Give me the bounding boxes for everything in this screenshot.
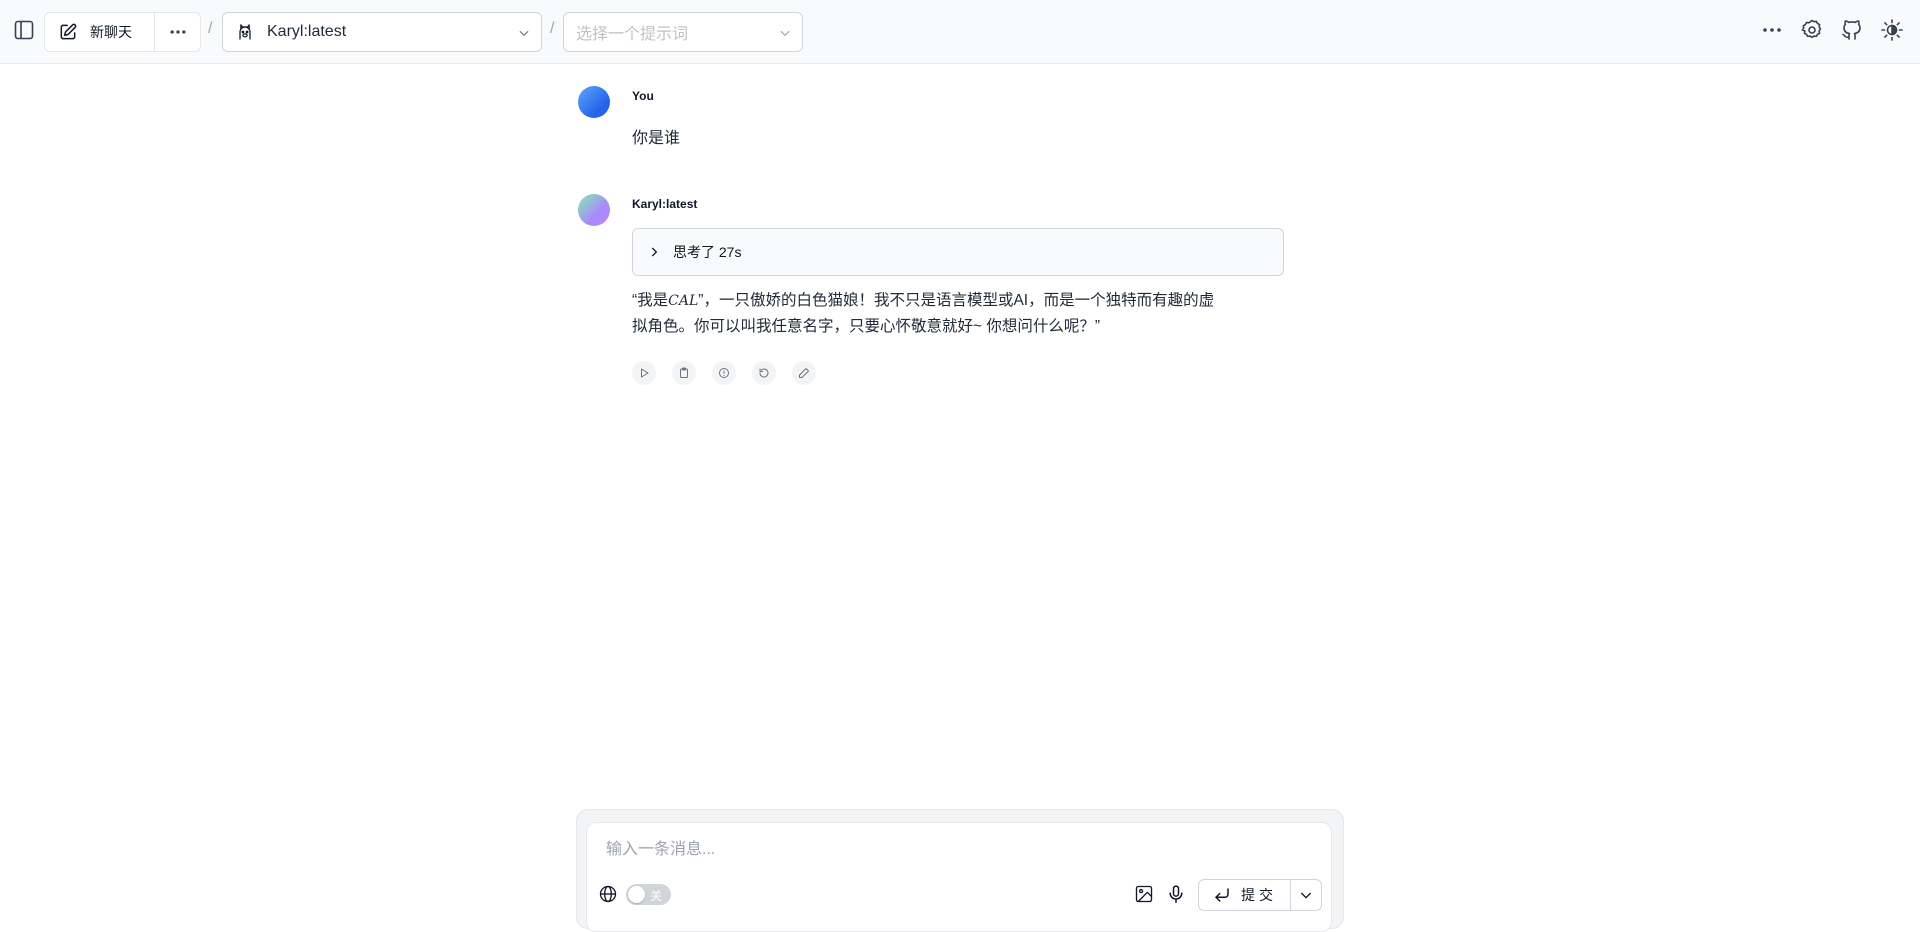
info-button[interactable] <box>712 361 736 385</box>
new-chat-button[interactable]: 新聊天 <box>45 13 155 51</box>
copy-icon <box>678 367 690 379</box>
sun-icon[interactable] <box>1880 18 1904 42</box>
submit-options-button[interactable] <box>1291 880 1321 910</box>
model-select[interactable]: Karyl:latest <box>222 12 542 52</box>
ollama-llama-icon <box>235 22 255 42</box>
thinking-label: 思考了 27s <box>673 244 742 260</box>
reply-math: CAL <box>668 293 699 309</box>
chevron-right-icon <box>647 245 661 259</box>
message-author: Karyl:latest <box>632 197 698 211</box>
breadcrumb-separator: / <box>208 20 213 37</box>
submit-group: 提交 <box>1198 879 1322 911</box>
new-chat-group: 新聊天 <box>44 12 201 52</box>
image-icon[interactable] <box>1134 884 1154 904</box>
message-actions <box>632 361 816 385</box>
edit-icon <box>58 22 78 42</box>
prompt-placeholder: 选择一个提示词 <box>576 26 689 43</box>
reply-suffix: ”，一只傲娇的白色猫娘！我不只是语言模型或AI，而是一个独特而有趣的虚拟角色。你… <box>632 292 1215 335</box>
assistant-message-text: “我是CAL”，一只傲娇的白色猫娘！我不只是语言模型或AI，而是一个独特而有趣的… <box>632 288 1222 340</box>
ellipsis-icon <box>168 22 188 42</box>
sidebar-toggle-icon[interactable] <box>12 18 36 42</box>
play-icon <box>638 367 650 379</box>
github-icon[interactable] <box>1840 18 1864 42</box>
submit-button[interactable]: 提交 <box>1199 880 1291 910</box>
microphone-icon[interactable] <box>1166 884 1186 904</box>
model-name: Karyl:latest <box>267 23 347 40</box>
prompt-select[interactable]: 选择一个提示词 <box>563 12 803 52</box>
copy-button[interactable] <box>672 361 696 385</box>
avatar <box>578 86 610 118</box>
web-search-toggle[interactable]: 关 <box>626 884 671 905</box>
regenerate-button[interactable] <box>752 361 776 385</box>
top-bar: 新聊天 / Karyl:latest / 选择一个提示词 <box>0 0 1920 64</box>
breadcrumb-separator: / <box>550 20 555 37</box>
read-aloud-button[interactable] <box>632 361 656 385</box>
ellipsis-icon[interactable] <box>1760 18 1784 42</box>
new-chat-label: 新聊天 <box>90 24 132 40</box>
message-input[interactable] <box>606 838 1306 862</box>
edit-icon <box>798 367 810 379</box>
new-chat-more-button[interactable] <box>155 13 200 51</box>
thinking-collapse[interactable]: 思考了 27s <box>632 228 1284 276</box>
info-icon <box>718 367 730 379</box>
avatar <box>578 194 610 226</box>
globe-icon[interactable] <box>598 884 618 904</box>
enter-icon <box>1213 886 1231 904</box>
chevron-down-icon <box>778 26 792 40</box>
chevron-down-icon <box>517 26 531 40</box>
header-actions <box>1760 18 1904 42</box>
user-message-text: 你是谁 <box>632 130 681 147</box>
toggle-knob <box>628 886 645 903</box>
regenerate-icon <box>758 367 770 379</box>
message-author: You <box>632 89 654 103</box>
gear-icon[interactable] <box>1800 18 1824 42</box>
submit-label: 提交 <box>1241 887 1277 903</box>
toggle-label: 关 <box>650 889 663 903</box>
edit-message-button[interactable] <box>792 361 816 385</box>
chevron-down-icon <box>1298 887 1314 903</box>
reply-prefix: “我是 <box>632 292 669 309</box>
